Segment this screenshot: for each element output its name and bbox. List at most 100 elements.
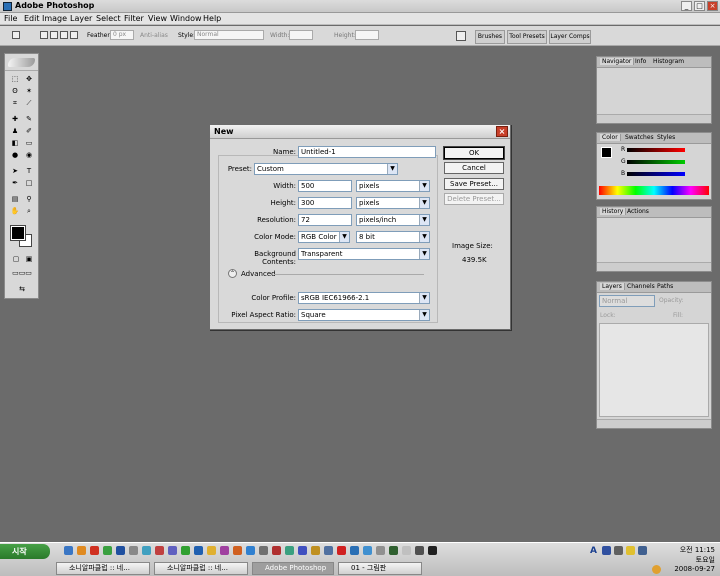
intersect-selection-icon[interactable] [70,31,78,39]
blend-mode-select[interactable]: Normal [599,295,655,307]
clone-stamp-icon[interactable]: ♟ [9,126,21,136]
tab-info[interactable]: Info [635,58,646,65]
magic-wand-icon[interactable]: ✶ [23,86,35,96]
background-contents-select[interactable]: Transparent ▼ [298,248,430,260]
quicklaunch-icon-7[interactable] [142,546,151,555]
quicklaunch-icon-6[interactable] [129,546,138,555]
subtract-selection-icon[interactable] [60,31,68,39]
quicklaunch-icon-10[interactable] [181,546,190,555]
crop-tool-icon[interactable]: ⌗ [9,98,21,108]
tab-history[interactable]: History [600,208,627,215]
quicklaunch-icon-5[interactable] [116,546,125,555]
width-unit-select[interactable]: pixels ▼ [356,180,430,192]
blue-slider[interactable] [627,172,685,176]
tray-icon-4[interactable] [638,546,647,555]
quicklaunch-icon-2[interactable] [77,546,86,555]
dialog-close-button[interactable]: × [496,126,508,137]
path-selection-icon[interactable]: ➤ [9,166,21,176]
menu-window[interactable]: Window [170,14,202,23]
menu-file[interactable]: File [4,14,17,23]
quicklaunch-icon-19[interactable] [298,546,307,555]
healing-brush-icon[interactable]: ✚ [9,114,21,124]
blur-tool-icon[interactable]: ● [9,150,21,160]
tab-styles[interactable]: Styles [657,134,675,141]
resolution-input[interactable]: 72 [298,214,352,226]
well-tab-brushes[interactable]: Brushes [475,30,505,44]
eyedropper-icon[interactable]: ⚲ [23,194,35,204]
quick-mask-icon[interactable]: ▣ [23,254,35,264]
red-slider[interactable] [627,148,685,152]
tab-layers[interactable]: Layers [600,283,625,290]
quicklaunch-icon-4[interactable] [103,546,112,555]
advanced-toggle-icon[interactable]: ⌃ [228,269,237,278]
quicklaunch-icon-29[interactable] [428,546,437,555]
brush-tool-icon[interactable]: ✎ [23,114,35,124]
marquee-tool-icon[interactable] [12,31,20,39]
width-input[interactable]: 500 [298,180,352,192]
screen-mode-icons[interactable]: ▭▭▭ [7,268,37,278]
tray-icon-1[interactable] [602,546,611,555]
history-brush-icon[interactable]: ✐ [23,126,35,136]
layers-list[interactable] [599,323,709,417]
close-button[interactable]: × [707,1,718,11]
shape-tool-icon[interactable]: □ [23,178,35,188]
quicklaunch-icon-16[interactable] [259,546,268,555]
quicklaunch-icon-25[interactable] [376,546,385,555]
quicklaunch-icon-11[interactable] [194,546,203,555]
quicklaunch-icon-18[interactable] [285,546,294,555]
quicklaunch-icon-3[interactable] [90,546,99,555]
well-tab-layer-comps[interactable]: Layer Comps [549,30,591,44]
quicklaunch-icon-12[interactable] [207,546,216,555]
pen-tool-icon[interactable]: ✒ [9,178,21,188]
name-input[interactable]: Untitled-1 [298,146,436,158]
antialias-checkbox[interactable]: Anti-alias [140,32,168,39]
menu-image[interactable]: Image [42,14,67,23]
lasso-tool-icon[interactable]: ʘ [9,86,21,96]
bit-depth-select[interactable]: 8 bit ▼ [356,231,430,243]
quicklaunch-icon-14[interactable] [233,546,242,555]
taskbar-button-paint[interactable]: 01 - 그림판 [338,562,422,575]
save-preset-button[interactable]: Save Preset... [444,178,504,190]
minimize-button[interactable]: _ [681,1,692,11]
resolution-unit-select[interactable]: pixels/inch ▼ [356,214,430,226]
photoshop-icon[interactable] [350,546,359,555]
notes-tool-icon[interactable]: ▤ [9,194,21,204]
move-tool-icon[interactable]: ✥ [23,74,35,84]
taskbar-button-browser-1[interactable]: 소니알파클럽 :: 네... [56,562,150,575]
color-profile-select[interactable]: sRGB IEC61966-2.1 ▼ [298,292,430,304]
maximize-button[interactable]: □ [694,1,705,11]
quicklaunch-icon-27[interactable] [402,546,411,555]
color-fg-swatch[interactable] [601,147,612,158]
dodge-tool-icon[interactable]: ◉ [23,150,35,160]
quicklaunch-icon-26[interactable] [389,546,398,555]
clock-time[interactable]: 오전 11:15 [680,545,715,555]
tab-channels[interactable]: Channels [627,283,655,290]
preset-select[interactable]: Custom ▼ [254,163,398,175]
quicklaunch-icon-13[interactable] [220,546,229,555]
tab-histogram[interactable]: Histogram [653,58,684,65]
type-tool-icon[interactable]: T [23,166,35,176]
tab-paths[interactable]: Paths [657,283,673,290]
hand-tool-icon[interactable]: ✋ [9,206,21,216]
add-selection-icon[interactable] [50,31,58,39]
pdf-icon[interactable] [337,546,346,555]
tab-color[interactable]: Color [600,134,621,141]
layers-footer-icons[interactable] [597,419,711,428]
history-footer-icons[interactable] [597,262,711,271]
quicklaunch-icon-17[interactable] [272,546,281,555]
taskbar-button-browser-2[interactable]: 소니알파클럽 :: 네... [154,562,248,575]
tab-actions[interactable]: Actions [627,208,649,215]
palette-well-icon[interactable] [456,31,466,41]
menu-edit[interactable]: Edit [24,14,40,23]
tray-icon-5[interactable] [652,565,661,574]
height-input[interactable]: 300 [298,197,352,209]
quicklaunch-icon-28[interactable] [415,546,424,555]
zoom-tool-icon[interactable]: ⌕ [23,206,35,216]
menu-filter[interactable]: Filter [124,14,144,23]
ime-icon[interactable]: A [590,546,597,556]
start-button[interactable]: 시작 [0,544,50,559]
foreground-color-swatch[interactable] [10,225,26,241]
tab-navigator[interactable]: Navigator [600,58,635,65]
imageready-jump-icon[interactable]: ⇆ [10,284,34,294]
marquee-tool-icon[interactable]: ⬚ [9,74,21,84]
